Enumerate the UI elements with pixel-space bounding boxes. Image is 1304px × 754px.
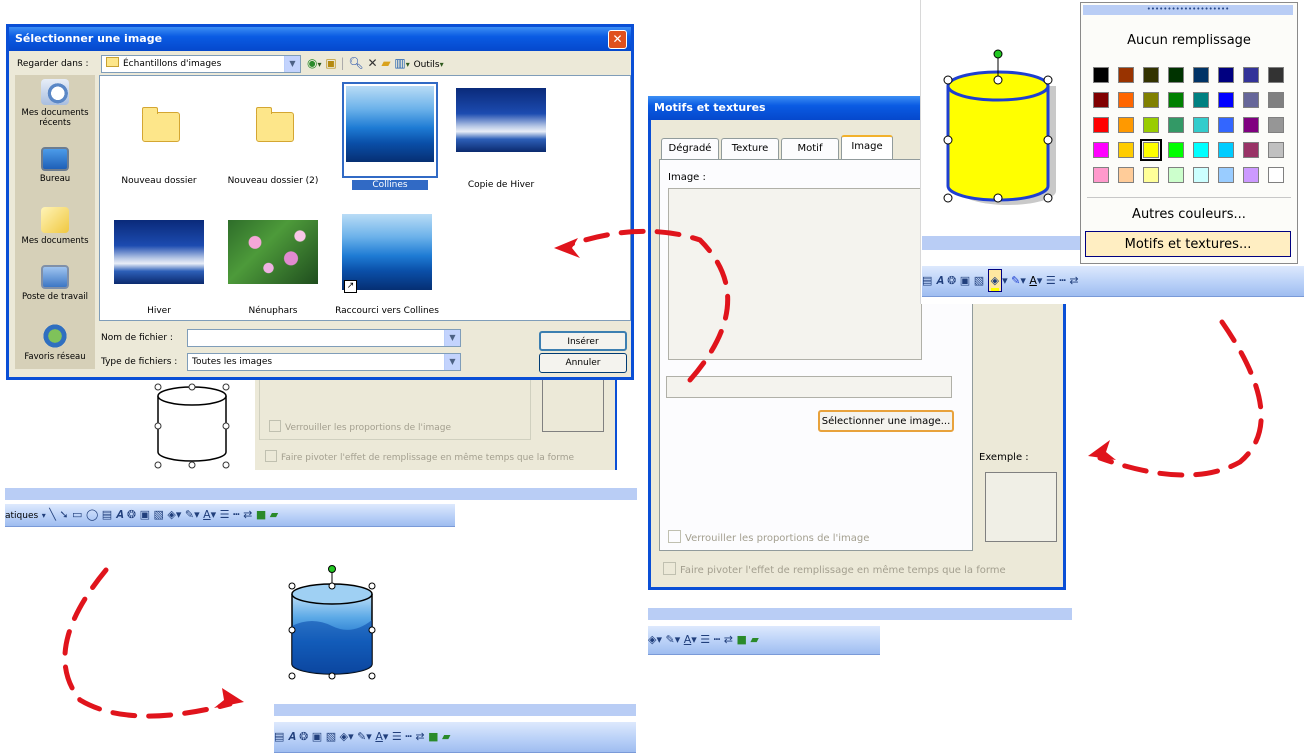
arrow-fill-to-dialog [1097, 319, 1264, 478]
arrow-to-result [62, 567, 233, 719]
arrow-dialog-to-file [563, 228, 731, 383]
flow-arrows [62, 228, 1264, 719]
arrowhead [214, 688, 244, 708]
arrowhead [1088, 440, 1116, 460]
arrowhead [554, 238, 580, 258]
